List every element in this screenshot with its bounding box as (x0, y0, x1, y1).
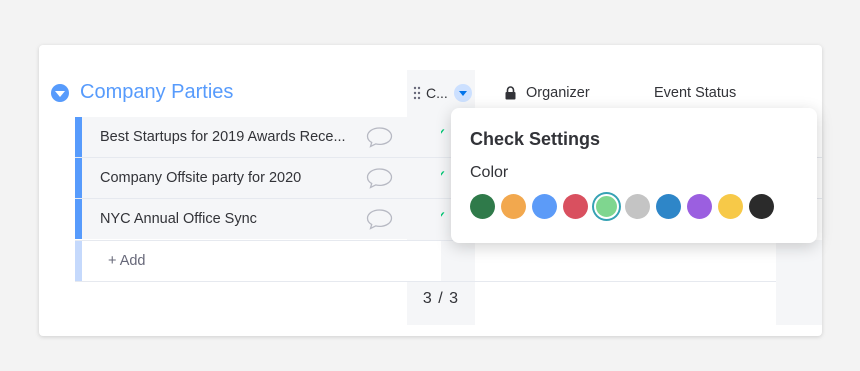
color-swatch[interactable] (718, 194, 743, 219)
item-name[interactable]: Company Offsite party for 2020 (100, 170, 354, 186)
check-settings-popup: Check Settings Color (451, 108, 817, 243)
popup-title: Check Settings (470, 129, 601, 149)
color-swatch[interactable] (625, 194, 650, 219)
organizer-column-header[interactable]: Organizer (505, 85, 590, 101)
event-status-column-title[interactable]: Event Status (654, 85, 736, 101)
color-swatches (470, 194, 780, 219)
check-column-title: C... (426, 85, 448, 101)
comment-bubble-icon[interactable] (366, 126, 393, 148)
color-swatch[interactable] (749, 194, 774, 219)
color-swatch[interactable] (532, 194, 557, 219)
lock-icon (505, 86, 516, 100)
column-menu-chevron-icon[interactable] (453, 84, 472, 102)
table-row[interactable]: NYC Annual Office Sync (75, 199, 441, 239)
group-title[interactable]: Company Parties (80, 81, 233, 104)
add-item-row[interactable]: + Add (75, 241, 441, 281)
color-swatch[interactable] (656, 194, 681, 219)
color-swatch[interactable] (594, 194, 619, 219)
table-row[interactable]: Best Startups for 2019 Awards Rece... (75, 117, 441, 157)
column-footer-cell (776, 240, 822, 325)
check-summary: 3 / 3 (422, 290, 460, 307)
color-swatch[interactable] (687, 194, 712, 219)
drag-handle-icon[interactable] (413, 86, 421, 100)
row-divider (75, 281, 822, 282)
color-label: Color (470, 164, 509, 181)
group-header: Company Parties (51, 81, 233, 104)
check-column-header[interactable]: C... (413, 84, 472, 102)
color-swatch[interactable] (470, 194, 495, 219)
comment-bubble-icon[interactable] (366, 208, 393, 230)
add-item-label[interactable]: + Add (108, 253, 146, 269)
color-swatch[interactable] (563, 194, 588, 219)
collapse-toggle-icon[interactable] (51, 83, 69, 102)
table-row[interactable]: Company Offsite party for 2020 (75, 158, 441, 198)
organizer-column-title: Organizer (526, 85, 590, 101)
item-name[interactable]: Best Startups for 2019 Awards Rece... (100, 129, 354, 145)
color-swatch[interactable] (501, 194, 526, 219)
item-name[interactable]: NYC Annual Office Sync (100, 211, 354, 227)
comment-bubble-icon[interactable] (366, 167, 393, 189)
